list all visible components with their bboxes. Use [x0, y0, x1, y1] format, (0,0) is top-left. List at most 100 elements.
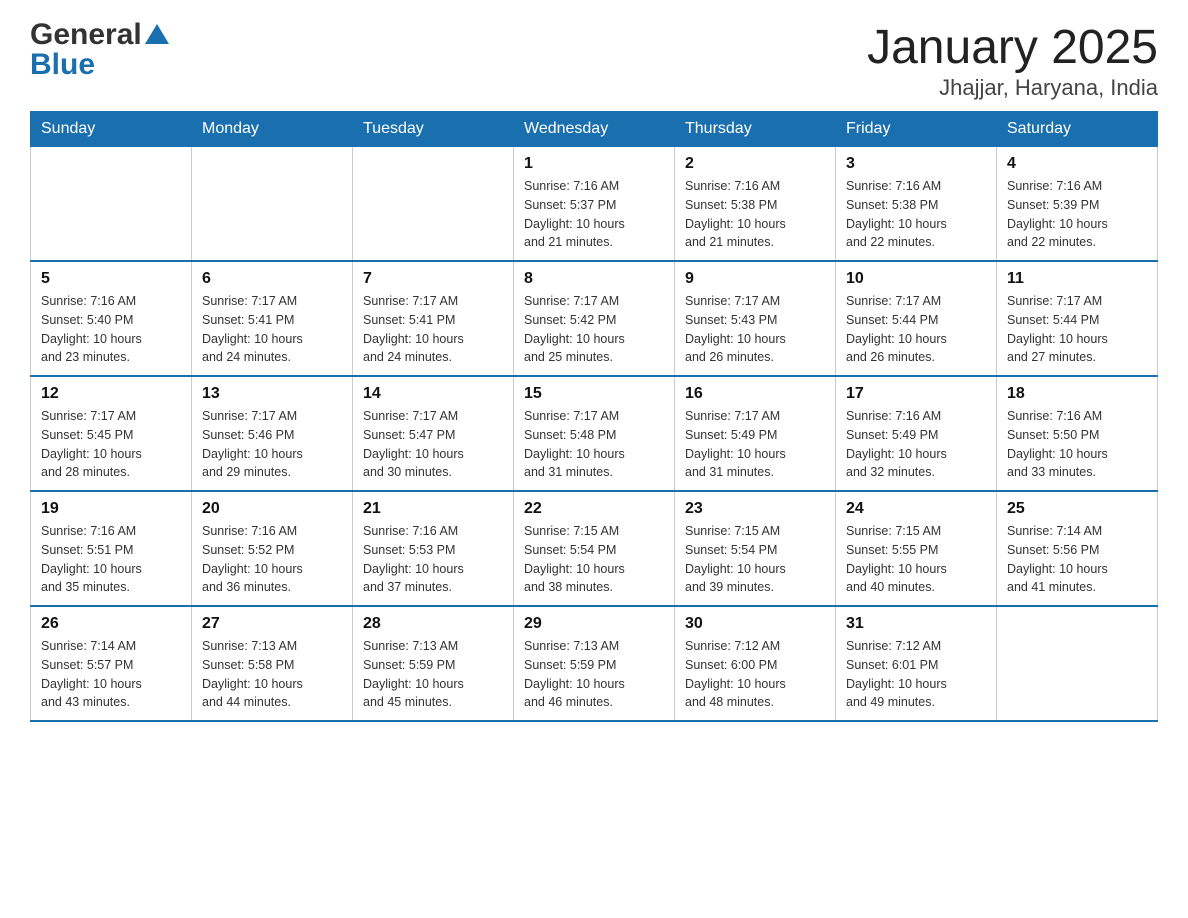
- day-number: 16: [685, 385, 825, 403]
- day-number: 1: [524, 155, 664, 173]
- day-info: Sunrise: 7:16 AMSunset: 5:49 PMDaylight:…: [846, 407, 986, 482]
- day-number: 21: [363, 500, 503, 518]
- day-info: Sunrise: 7:13 AMSunset: 5:59 PMDaylight:…: [363, 637, 503, 712]
- header-tuesday: Tuesday: [353, 112, 514, 147]
- logo-triangle-icon: [145, 24, 169, 44]
- calendar-cell-w5-d2: 27 Sunrise: 7:13 AMSunset: 5:58 PMDayligh…: [192, 606, 353, 721]
- day-number: 28: [363, 615, 503, 633]
- calendar-week-4: 19 Sunrise: 7:16 AMSunset: 5:51 PMDayligh…: [31, 491, 1158, 606]
- day-info: Sunrise: 7:16 AMSunset: 5:38 PMDaylight:…: [685, 177, 825, 252]
- calendar-cell-w4-d6: 24 Sunrise: 7:15 AMSunset: 5:55 PMDayligh…: [836, 491, 997, 606]
- day-number: 24: [846, 500, 986, 518]
- day-info: Sunrise: 7:13 AMSunset: 5:59 PMDaylight:…: [524, 637, 664, 712]
- day-info: Sunrise: 7:14 AMSunset: 5:57 PMDaylight:…: [41, 637, 181, 712]
- day-info: Sunrise: 7:16 AMSunset: 5:40 PMDaylight:…: [41, 292, 181, 367]
- logo-general-line: General: [30, 20, 169, 50]
- day-info: Sunrise: 7:17 AMSunset: 5:47 PMDaylight:…: [363, 407, 503, 482]
- day-number: 20: [202, 500, 342, 518]
- calendar-cell-w1-d7: 4 Sunrise: 7:16 AMSunset: 5:39 PMDaylight…: [997, 147, 1158, 262]
- calendar-title: January 2025: [867, 20, 1158, 75]
- day-number: 10: [846, 270, 986, 288]
- day-info: Sunrise: 7:12 AMSunset: 6:00 PMDaylight:…: [685, 637, 825, 712]
- day-number: 9: [685, 270, 825, 288]
- calendar-cell-w3-d7: 18 Sunrise: 7:16 AMSunset: 5:50 PMDayligh…: [997, 376, 1158, 491]
- day-number: 4: [1007, 155, 1147, 173]
- calendar-cell-w3-d4: 15Sunrise: 7:17 AMSunset: 5:48 PMDayligh…: [514, 376, 675, 491]
- calendar-cell-w3-d3: 14 Sunrise: 7:17 AMSunset: 5:47 PMDayligh…: [353, 376, 514, 491]
- day-info: Sunrise: 7:16 AMSunset: 5:53 PMDaylight:…: [363, 522, 503, 597]
- calendar-cell-w4-d5: 23 Sunrise: 7:15 AMSunset: 5:54 PMDayligh…: [675, 491, 836, 606]
- title-block: January 2025 Jhajjar, Haryana, India: [867, 20, 1158, 101]
- logo: General Blue: [30, 20, 169, 82]
- calendar-cell-w4-d4: 22Sunrise: 7:15 AMSunset: 5:54 PMDayligh…: [514, 491, 675, 606]
- logo-blue-text: Blue: [30, 48, 95, 82]
- day-number: 11: [1007, 270, 1147, 288]
- calendar-cell-w5-d6: 31Sunrise: 7:12 AMSunset: 6:01 PMDayligh…: [836, 606, 997, 721]
- day-number: 26: [41, 615, 181, 633]
- day-number: 25: [1007, 500, 1147, 518]
- calendar-body: 1 Sunrise: 7:16 AMSunset: 5:37 PMDaylight…: [31, 147, 1158, 722]
- day-info: Sunrise: 7:17 AMSunset: 5:46 PMDaylight:…: [202, 407, 342, 482]
- day-number: 3: [846, 155, 986, 173]
- day-info: Sunrise: 7:15 AMSunset: 5:54 PMDaylight:…: [524, 522, 664, 597]
- day-number: 18: [1007, 385, 1147, 403]
- calendar-cell-w1-d2: [192, 147, 353, 262]
- day-number: 8: [524, 270, 664, 288]
- calendar-cell-w4-d7: 25 Sunrise: 7:14 AMSunset: 5:56 PMDayligh…: [997, 491, 1158, 606]
- calendar-cell-w5-d1: 26 Sunrise: 7:14 AMSunset: 5:57 PMDayligh…: [31, 606, 192, 721]
- day-info: Sunrise: 7:16 AMSunset: 5:39 PMDaylight:…: [1007, 177, 1147, 252]
- calendar-cell-w5-d7: [997, 606, 1158, 721]
- calendar-cell-w2-d4: 8 Sunrise: 7:17 AMSunset: 5:42 PMDaylight…: [514, 261, 675, 376]
- day-info: Sunrise: 7:15 AMSunset: 5:54 PMDaylight:…: [685, 522, 825, 597]
- calendar-cell-w2-d6: 10 Sunrise: 7:17 AMSunset: 5:44 PMDayligh…: [836, 261, 997, 376]
- day-info: Sunrise: 7:17 AMSunset: 5:45 PMDaylight:…: [41, 407, 181, 482]
- header-wednesday: Wednesday: [514, 112, 675, 147]
- calendar-cell-w5-d4: 29 Sunrise: 7:13 AMSunset: 5:59 PMDayligh…: [514, 606, 675, 721]
- calendar-cell-w3-d1: 12Sunrise: 7:17 AMSunset: 5:45 PMDayligh…: [31, 376, 192, 491]
- header-friday: Friday: [836, 112, 997, 147]
- day-number: 2: [685, 155, 825, 173]
- calendar-table: Sunday Monday Tuesday Wednesday Thursday…: [30, 111, 1158, 722]
- day-number: 29: [524, 615, 664, 633]
- calendar-cell-w3-d6: 17 Sunrise: 7:16 AMSunset: 5:49 PMDayligh…: [836, 376, 997, 491]
- day-number: 23: [685, 500, 825, 518]
- day-info: Sunrise: 7:16 AMSunset: 5:37 PMDaylight:…: [524, 177, 664, 252]
- day-number: 27: [202, 615, 342, 633]
- day-number: 6: [202, 270, 342, 288]
- day-info: Sunrise: 7:16 AMSunset: 5:52 PMDaylight:…: [202, 522, 342, 597]
- header-sunday: Sunday: [31, 112, 192, 147]
- header-saturday: Saturday: [997, 112, 1158, 147]
- day-number: 15: [524, 385, 664, 403]
- calendar-week-3: 12Sunrise: 7:17 AMSunset: 5:45 PMDayligh…: [31, 376, 1158, 491]
- day-info: Sunrise: 7:12 AMSunset: 6:01 PMDaylight:…: [846, 637, 986, 712]
- day-info: Sunrise: 7:17 AMSunset: 5:49 PMDaylight:…: [685, 407, 825, 482]
- day-info: Sunrise: 7:13 AMSunset: 5:58 PMDaylight:…: [202, 637, 342, 712]
- day-number: 30: [685, 615, 825, 633]
- day-info: Sunrise: 7:17 AMSunset: 5:41 PMDaylight:…: [202, 292, 342, 367]
- calendar-cell-w5-d5: 30 Sunrise: 7:12 AMSunset: 6:00 PMDayligh…: [675, 606, 836, 721]
- calendar-subtitle: Jhajjar, Haryana, India: [867, 75, 1158, 101]
- calendar-cell-w4-d2: 20 Sunrise: 7:16 AMSunset: 5:52 PMDayligh…: [192, 491, 353, 606]
- day-info: Sunrise: 7:14 AMSunset: 5:56 PMDaylight:…: [1007, 522, 1147, 597]
- day-number: 5: [41, 270, 181, 288]
- calendar-cell-w1-d5: 2 Sunrise: 7:16 AMSunset: 5:38 PMDaylight…: [675, 147, 836, 262]
- day-info: Sunrise: 7:17 AMSunset: 5:44 PMDaylight:…: [846, 292, 986, 367]
- day-number: 17: [846, 385, 986, 403]
- header-thursday: Thursday: [675, 112, 836, 147]
- calendar-cell-w2-d1: 5 Sunrise: 7:16 AMSunset: 5:40 PMDaylight…: [31, 261, 192, 376]
- calendar-cell-w1-d1: [31, 147, 192, 262]
- day-number: 19: [41, 500, 181, 518]
- calendar-cell-w2-d2: 6 Sunrise: 7:17 AMSunset: 5:41 PMDaylight…: [192, 261, 353, 376]
- day-number: 13: [202, 385, 342, 403]
- day-info: Sunrise: 7:17 AMSunset: 5:42 PMDaylight:…: [524, 292, 664, 367]
- day-info: Sunrise: 7:15 AMSunset: 5:55 PMDaylight:…: [846, 522, 986, 597]
- calendar-week-2: 5 Sunrise: 7:16 AMSunset: 5:40 PMDaylight…: [31, 261, 1158, 376]
- day-info: Sunrise: 7:16 AMSunset: 5:51 PMDaylight:…: [41, 522, 181, 597]
- calendar-cell-w1-d4: 1 Sunrise: 7:16 AMSunset: 5:37 PMDaylight…: [514, 147, 675, 262]
- day-info: Sunrise: 7:17 AMSunset: 5:44 PMDaylight:…: [1007, 292, 1147, 367]
- calendar-cell-w5-d3: 28 Sunrise: 7:13 AMSunset: 5:59 PMDayligh…: [353, 606, 514, 721]
- day-info: Sunrise: 7:17 AMSunset: 5:41 PMDaylight:…: [363, 292, 503, 367]
- day-info: Sunrise: 7:16 AMSunset: 5:50 PMDaylight:…: [1007, 407, 1147, 482]
- calendar-cell-w4-d3: 21 Sunrise: 7:16 AMSunset: 5:53 PMDayligh…: [353, 491, 514, 606]
- day-number: 14: [363, 385, 503, 403]
